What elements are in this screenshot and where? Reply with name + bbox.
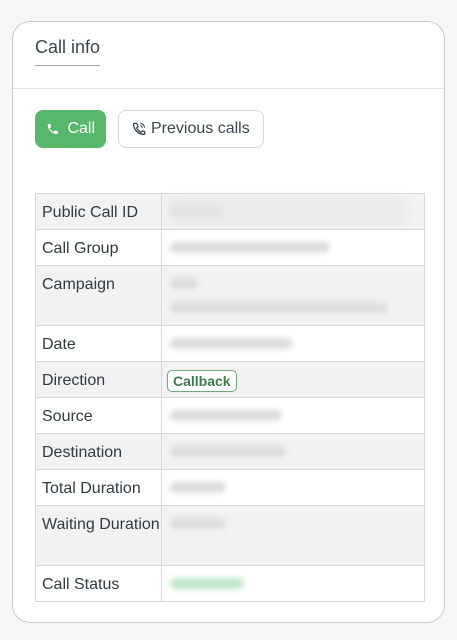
row-waiting-duration: Waiting Duration [35,505,425,566]
row-value-redacted [161,325,425,362]
row-source: Source [35,397,425,434]
row-value-redacted [161,193,425,230]
call-button[interactable]: Call [35,110,106,148]
phone-icon [47,123,58,135]
row-label: Date [35,325,162,362]
row-label: Source [35,397,162,434]
row-value-redacted [161,397,425,434]
row-value-redacted [161,565,425,602]
call-info-card: Call info Call Previous calls Public Cal… [12,21,445,623]
row-value-redacted [161,469,425,506]
row-label: Waiting Duration [35,505,162,566]
row-public-call-id: Public Call ID [35,193,425,230]
row-label: Public Call ID [35,193,162,230]
row-date: Date [35,325,425,362]
row-label: Direction [35,361,162,398]
row-label: Destination [35,433,162,470]
call-button-label: Call [67,120,95,137]
call-details-table: Public Call ID Call Group Campaign Date [35,193,425,602]
row-direction: Direction Callback [35,361,425,398]
row-campaign: Campaign [35,265,425,326]
row-total-duration: Total Duration [35,469,425,506]
direction-value: Callback [161,361,425,398]
action-buttons: Call Previous calls [35,110,264,148]
row-value-redacted [161,265,425,326]
card-header: Call info [13,22,444,89]
row-label: Total Duration [35,469,162,506]
row-value-redacted [161,433,425,470]
previous-calls-button[interactable]: Previous calls [118,110,264,148]
row-label: Campaign [35,265,162,326]
row-label: Call Status [35,565,162,602]
card-title: Call info [35,37,101,66]
row-value-redacted [161,505,425,566]
phone-ringing-icon [132,122,146,136]
row-call-group: Call Group [35,229,425,266]
row-value-redacted [161,229,425,266]
row-label: Call Group [35,229,162,266]
row-call-status: Call Status [35,565,425,602]
previous-calls-label: Previous calls [151,120,250,137]
callback-badge: Callback [167,370,237,392]
row-destination: Destination [35,433,425,470]
